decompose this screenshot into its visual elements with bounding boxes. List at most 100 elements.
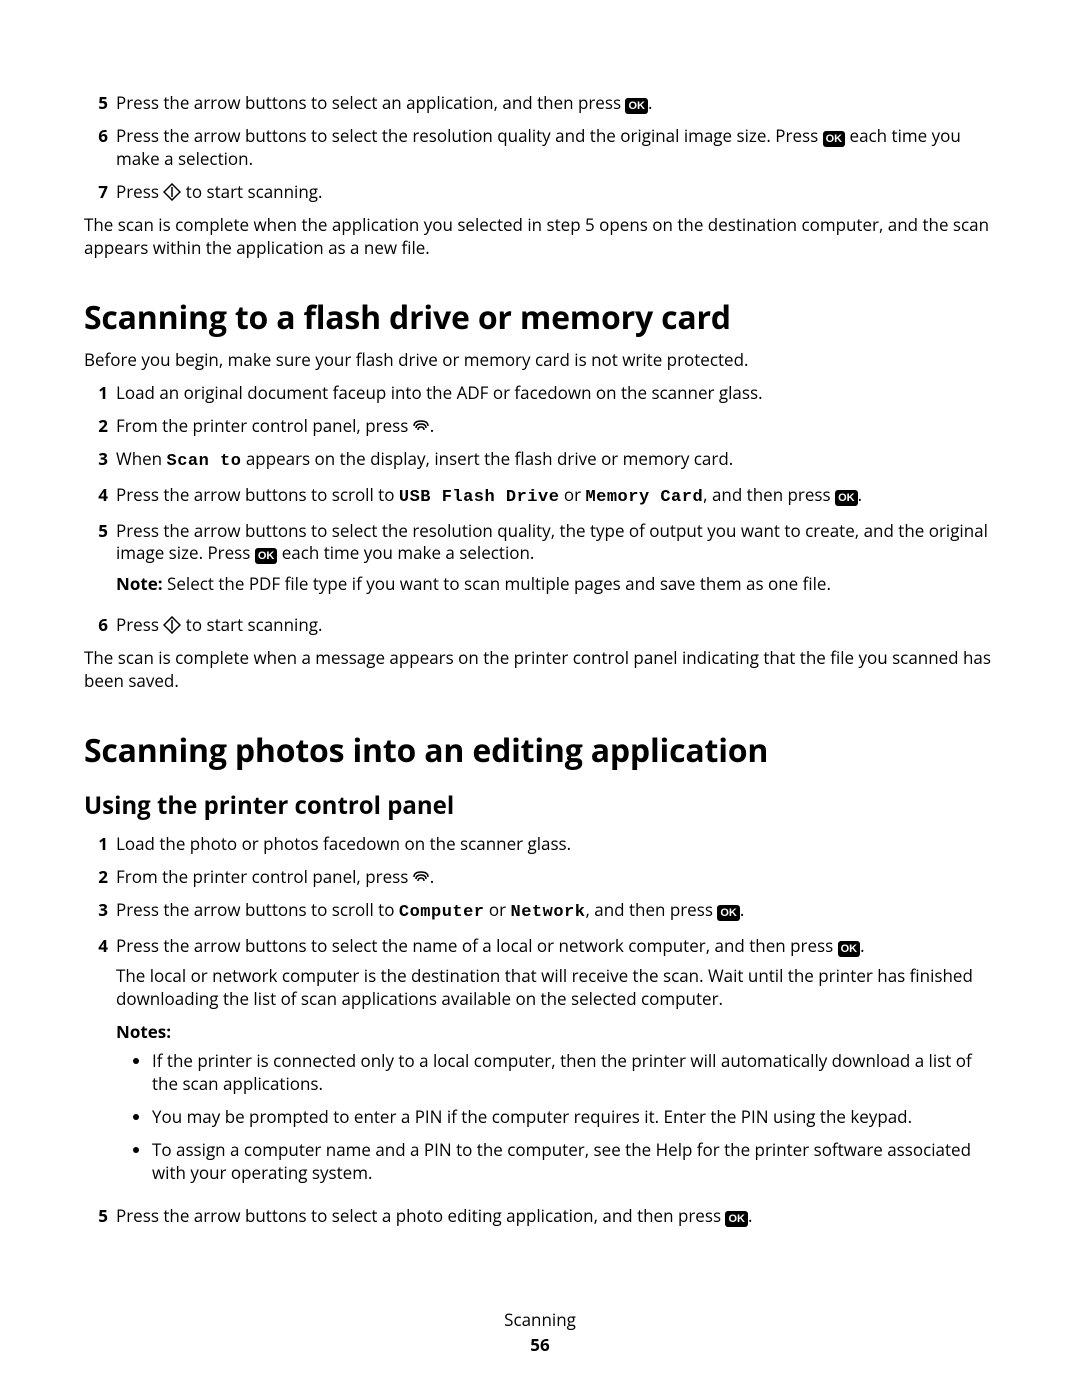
step-text: Press the arrow buttons to scroll to Com… [116, 899, 996, 925]
flash-intro: Before you begin, make sure your flash d… [84, 349, 996, 372]
text: each time you make a selection. [277, 541, 534, 564]
flash-step-1: 1 Load an original document faceup into … [84, 382, 996, 405]
step-number: 2 [84, 866, 108, 889]
step-number: 6 [84, 125, 108, 148]
heading-photos: Scanning photos into an editing applicat… [84, 729, 996, 772]
top-steps-list: 5 Press the arrow buttons to select an a… [84, 92, 996, 204]
ok-icon: OK [717, 905, 740, 921]
flash-outro: The scan is complete when a message appe… [84, 647, 996, 693]
step-text: From the printer control panel, press . [116, 415, 996, 438]
text: Press [116, 180, 163, 203]
step-text: Press the arrow buttons to scroll to USB… [116, 484, 996, 510]
text: Press [116, 613, 163, 636]
step-text: From the printer control panel, press . [116, 866, 996, 889]
subheading-photos: Using the printer control panel [84, 790, 996, 822]
footer-page-number: 56 [0, 1334, 1080, 1357]
mono-text: Memory Card [585, 488, 703, 507]
step-text: Press the arrow buttons to select a phot… [116, 1205, 996, 1228]
step-number: 1 [84, 382, 108, 405]
text: appears on the display, insert the flash… [241, 447, 733, 470]
top-paragraph: The scan is complete when the applicatio… [84, 214, 996, 260]
mono-text: Scan to [167, 452, 242, 471]
ok-icon: OK [725, 1211, 748, 1227]
text: . [740, 898, 744, 921]
mono-text: USB Flash Drive [399, 488, 560, 507]
step-7: 7 Press to start scanning. [84, 181, 996, 204]
step-text: Press the arrow buttons to select the na… [116, 935, 996, 1195]
step-text: Load the photo or photos facedown on the… [116, 833, 996, 856]
note-block: Note: Select the PDF file type if you wa… [116, 573, 996, 596]
page-footer: Scanning 56 [0, 1309, 1080, 1357]
step-number: 1 [84, 833, 108, 856]
step-5: 5 Press the arrow buttons to select an a… [84, 92, 996, 115]
photos-step-1: 1 Load the photo or photos facedown on t… [84, 833, 996, 856]
step-number: 5 [84, 520, 108, 543]
bullet-item: To assign a computer name and a PIN to t… [152, 1139, 996, 1185]
mono-text: Computer [399, 903, 485, 922]
text: From the printer control panel, press [116, 865, 413, 888]
heading-flash: Scanning to a flash drive or memory card [84, 296, 996, 339]
flash-step-3: 3 When Scan to appears on the display, i… [84, 448, 996, 474]
document-page: 5 Press the arrow buttons to select an a… [0, 0, 1080, 1397]
scan-icon [413, 870, 430, 885]
flash-steps: 1 Load an original document faceup into … [84, 382, 996, 638]
photos-step-2: 2 From the printer control panel, press … [84, 866, 996, 889]
step-text: When Scan to appears on the display, ins… [116, 448, 996, 474]
step-text: Press the arrow buttons to select an app… [116, 92, 996, 115]
step-text: Load an original document faceup into th… [116, 382, 996, 405]
text: Press the arrow buttons to select the re… [116, 124, 823, 147]
text: . [430, 414, 434, 437]
step-number: 4 [84, 484, 108, 507]
text: Press the arrow buttons to select the na… [116, 934, 838, 957]
footer-section: Scanning [0, 1309, 1080, 1332]
text: . [648, 91, 652, 114]
start-diamond-icon [163, 183, 181, 201]
text: When [116, 447, 167, 470]
step-6: 6 Press the arrow buttons to select the … [84, 125, 996, 171]
note-label: Note: [116, 572, 167, 595]
step-text: Press to start scanning. [116, 181, 996, 204]
scan-icon [413, 419, 430, 434]
text: to start scanning. [181, 613, 322, 636]
step-number: 5 [84, 92, 108, 115]
text: From the printer control panel, press [116, 414, 413, 437]
step-number: 3 [84, 448, 108, 471]
step-number: 4 [84, 935, 108, 958]
text: or [559, 483, 585, 506]
text: . [430, 865, 434, 888]
ok-icon: OK [823, 131, 846, 147]
flash-step-5: 5 Press the arrow buttons to select the … [84, 520, 996, 605]
step-number: 2 [84, 415, 108, 438]
photos-steps: 1 Load the photo or photos facedown on t… [84, 833, 996, 1228]
start-diamond-icon [163, 616, 181, 634]
step-number: 3 [84, 899, 108, 922]
text: , and then press [703, 483, 835, 506]
ok-icon: OK [838, 941, 861, 957]
text: Press the arrow buttons to select a phot… [116, 1204, 725, 1227]
text: Press the arrow buttons to select the re… [116, 519, 988, 565]
notes-bullets: If the printer is connected only to a lo… [116, 1050, 996, 1185]
step-number: 5 [84, 1205, 108, 1228]
photos-step-5: 5 Press the arrow buttons to select a ph… [84, 1205, 996, 1228]
photos-step-4: 4 Press the arrow buttons to select the … [84, 935, 996, 1195]
ok-icon: OK [255, 548, 278, 564]
text: Press the arrow buttons to scroll to [116, 898, 399, 921]
step-number: 7 [84, 181, 108, 204]
flash-step-4: 4 Press the arrow buttons to scroll to U… [84, 484, 996, 510]
step-text: Press the arrow buttons to select the re… [116, 125, 996, 171]
flash-step-2: 2 From the printer control panel, press … [84, 415, 996, 438]
step4-para: The local or network computer is the des… [116, 965, 996, 1011]
ok-icon: OK [625, 98, 648, 114]
step-number: 6 [84, 614, 108, 637]
step-text: Press the arrow buttons to select the re… [116, 520, 996, 605]
mono-text: Network [511, 903, 586, 922]
note-text: Select the PDF file type if you want to … [167, 572, 831, 595]
text: Press the arrow buttons to scroll to [116, 483, 399, 506]
notes-label: Notes: [116, 1021, 996, 1044]
bullet-item: If the printer is connected only to a lo… [152, 1050, 996, 1096]
text: . [748, 1204, 752, 1227]
bullet-item: You may be prompted to enter a PIN if th… [152, 1106, 996, 1129]
text: to start scanning. [181, 180, 322, 203]
text: . [858, 483, 862, 506]
text: Press the arrow buttons to select an app… [116, 91, 625, 114]
